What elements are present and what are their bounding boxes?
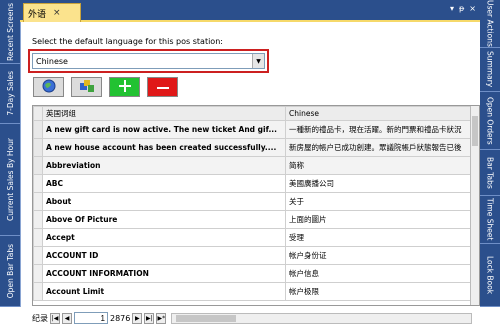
window-menu-icon[interactable]: ▾ — [450, 4, 454, 13]
row-selector[interactable] — [33, 174, 43, 193]
phrase-cell[interactable]: Abbreviation — [42, 156, 286, 175]
translation-cell[interactable]: 关于 — [285, 192, 479, 211]
translation-grid: 英国词组 Chinese A new gift card is now acti… — [32, 105, 480, 306]
row-selector-header — [33, 106, 43, 121]
doc-tab-foreign-language[interactable]: 外语 × — [23, 3, 81, 22]
phrase-cell[interactable]: About — [42, 192, 286, 211]
phrase-cell[interactable]: Above Of Picture — [42, 210, 286, 229]
row-selector[interactable] — [33, 192, 43, 211]
right-tab-time-sheet[interactable]: Time Sheet — [480, 196, 500, 244]
navigator-label: 纪录 — [32, 313, 48, 323]
table-row[interactable]: ABC 美國廣播公司 — [33, 174, 479, 193]
table-row[interactable]: ACCOUNT INFORMATION 帐户信息 — [33, 264, 479, 283]
table-row[interactable]: Above Of Picture 上面的圖片 — [33, 210, 479, 229]
left-tab-open-bar-tabs[interactable]: Open Bar Tabs — [0, 236, 20, 307]
right-tab-bar-tabs[interactable]: Bar Tabs — [480, 150, 500, 196]
left-side-tab-strip: Recent Screens 7-Day Sales Current Sales… — [0, 0, 20, 307]
translation-cell[interactable]: 新房屋的帳户已成功創建。眾議院帳戶狀態報告已後 — [285, 138, 479, 157]
edit-button[interactable] — [71, 77, 102, 97]
record-navigator: 纪录 |◀ ◀ 2876 ▶ ▶| ▶* — [32, 311, 472, 325]
translation-cell[interactable]: 帐户信息 — [285, 264, 479, 283]
phrase-cell[interactable]: Account Limit — [42, 282, 286, 301]
right-tab-summary[interactable]: Summary — [480, 48, 500, 92]
table-row[interactable]: Account Limit 帐户极限 — [33, 282, 479, 301]
toolbar — [33, 77, 178, 97]
language-select-value: Chinese — [36, 56, 68, 66]
doc-tab-title: 外语 — [28, 9, 47, 20]
row-selector[interactable] — [33, 120, 43, 139]
scroll-thumb[interactable] — [472, 116, 478, 146]
translate-button[interactable] — [33, 77, 64, 97]
column-header-translation[interactable]: Chinese — [285, 106, 479, 121]
language-prompt: Select the default language for this pos… — [32, 37, 223, 46]
table-row[interactable]: A new house account has been created suc… — [33, 138, 479, 157]
table-row[interactable]: About 关于 — [33, 192, 479, 211]
document-tab-bar: 外语 × ▾ ᵽ × — [20, 0, 480, 22]
table-row[interactable]: Abbreviation 简称 — [33, 156, 479, 175]
language-select[interactable]: Chinese ▼ — [32, 53, 265, 69]
right-tab-open-orders[interactable]: Open Orders — [480, 92, 500, 150]
pin-icon[interactable]: ᵽ — [459, 4, 464, 13]
window-buttons: ▾ ᵽ × — [450, 4, 476, 13]
row-selector[interactable] — [33, 156, 43, 175]
prev-record-button[interactable]: ◀ — [62, 312, 72, 324]
translation-cell[interactable]: 简称 — [285, 156, 479, 175]
next-record-button[interactable]: ▶ — [132, 312, 143, 324]
translation-cell[interactable]: 美國廣播公司 — [285, 174, 479, 193]
record-number-input[interactable] — [74, 312, 108, 324]
translation-cell[interactable]: 上面的圖片 — [285, 210, 479, 229]
row-selector[interactable] — [33, 264, 43, 283]
grid-header-row: 英国词组 Chinese — [33, 106, 479, 121]
right-side-tab-strip: User Actions Summary Open Orders Bar Tab… — [480, 0, 500, 307]
row-selector[interactable] — [33, 282, 43, 301]
close-icon[interactable]: × — [53, 8, 61, 18]
phrase-cell[interactable]: A new house account has been created suc… — [42, 138, 286, 157]
table-row[interactable]: A new gift card is now active. The new t… — [33, 120, 479, 139]
phrase-cell[interactable]: A new gift card is now active. The new t… — [42, 120, 286, 139]
right-tab-user-actions[interactable]: User Actions — [480, 0, 500, 48]
grid-vertical-scrollbar[interactable] — [470, 106, 479, 305]
globe-icon — [42, 79, 56, 95]
edit-icon — [79, 79, 95, 95]
scroll-thumb[interactable] — [176, 314, 237, 322]
minus-icon — [156, 83, 169, 92]
phrase-cell[interactable]: Accept — [42, 228, 286, 247]
translation-cell[interactable]: 一種新的禮品卡，現在活躍。新的門票和禮品卡狀況 — [285, 120, 479, 139]
left-tab-recent-screens[interactable]: Recent Screens — [0, 0, 20, 64]
first-record-button[interactable]: |◀ — [50, 312, 60, 324]
remove-button[interactable] — [147, 77, 178, 97]
language-select-highlight: Chinese ▼ — [28, 49, 269, 73]
window-close-icon[interactable]: × — [469, 4, 476, 13]
row-selector[interactable] — [33, 246, 43, 265]
phrase-cell[interactable]: ACCOUNT INFORMATION — [42, 264, 286, 283]
left-tab-7-day-sales[interactable]: 7-Day Sales — [0, 64, 20, 124]
left-tab-current-sales-by-hour[interactable]: Current Sales By Hour — [0, 124, 20, 236]
add-button[interactable] — [109, 77, 140, 97]
new-record-button[interactable]: ▶* — [156, 312, 167, 324]
plus-icon — [118, 80, 131, 94]
dropdown-arrow-icon[interactable]: ▼ — [252, 54, 264, 68]
phrase-cell[interactable]: ACCOUNT ID — [42, 246, 286, 265]
translation-cell[interactable]: 帐户身份证 — [285, 246, 479, 265]
row-selector[interactable] — [33, 138, 43, 157]
row-selector[interactable] — [33, 210, 43, 229]
column-header-phrase[interactable]: 英国词组 — [42, 106, 286, 121]
record-total: 2876 — [110, 313, 131, 323]
row-selector[interactable] — [33, 228, 43, 247]
translation-cell[interactable]: 帐户极限 — [285, 282, 479, 301]
table-row[interactable]: Accept 受理 — [33, 228, 479, 247]
translation-cell[interactable]: 受理 — [285, 228, 479, 247]
last-record-button[interactable]: ▶| — [144, 312, 155, 324]
table-row[interactable]: ACCOUNT ID 帐户身份证 — [33, 246, 479, 265]
phrase-cell[interactable]: ABC — [42, 174, 286, 193]
right-tab-lock-book[interactable]: Lock Book — [480, 244, 500, 307]
main-content: Select the default language for this pos… — [20, 22, 480, 324]
grid-horizontal-scrollbar[interactable] — [171, 312, 472, 324]
